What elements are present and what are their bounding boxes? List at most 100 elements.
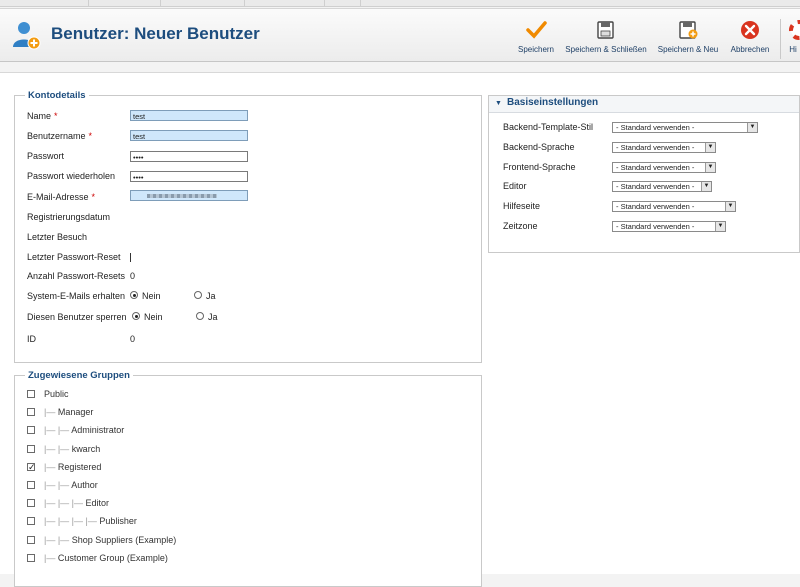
group-checkbox[interactable]	[27, 517, 35, 526]
cancel-label: Abbrechen	[730, 45, 770, 54]
name-label: Name *	[27, 111, 58, 121]
setting-select[interactable]: - Standard verwenden - ▼	[612, 141, 716, 153]
cancel-button[interactable]: Abbrechen	[727, 20, 773, 54]
lifebuoy-icon	[789, 20, 800, 40]
basic-settings-panel: ▼ Basiseinstellungen Backend-Template-St…	[488, 95, 800, 253]
group-checkbox[interactable]	[27, 481, 35, 489]
group-checkbox[interactable]	[27, 444, 35, 453]
redacted-email	[147, 194, 217, 198]
save-label: Speichern	[517, 45, 555, 54]
top-tab[interactable]	[0, 0, 89, 6]
group-label: |— Customer Group (Example)	[44, 552, 168, 565]
id-label: ID	[27, 334, 36, 344]
reset-count-label: Anzahl Passwort-Resets	[27, 271, 126, 281]
group-name: Customer Group (Example)	[57, 552, 168, 563]
setting-label: Editor	[503, 181, 527, 192]
password-repeat-label: Passwort wiederholen	[27, 171, 116, 181]
top-tab[interactable]	[88, 0, 161, 6]
last-reset-label: Letzter Passwort-Reset	[27, 252, 121, 262]
chevron-down-icon: ▼	[705, 142, 715, 152]
group-checkbox[interactable]	[27, 408, 35, 417]
system-email-no-label: Nein	[142, 291, 161, 301]
system-email-yes-radio[interactable]	[194, 291, 202, 299]
setting-label: Zeitzone	[503, 221, 538, 231]
top-tab[interactable]	[324, 0, 361, 6]
setting-select-value: - Standard verwenden -	[616, 142, 695, 152]
setting-select-value: - Standard verwenden -	[616, 202, 695, 212]
chevron-down-icon: ▼	[705, 162, 715, 172]
setting-select[interactable]: - Standard verwenden - ▼	[612, 201, 736, 213]
group-checkbox[interactable]	[27, 461, 36, 474]
account-details-panel: Kontodetails Name * test Benutzername * te…	[14, 90, 482, 363]
system-email-yes-label: Ja	[206, 291, 216, 301]
chevron-down-icon: ▼	[747, 123, 757, 132]
tree-indent: |— |—	[44, 480, 72, 490]
setting-select[interactable]: - Standard verwenden - ▼	[612, 181, 712, 193]
password-input[interactable]: ••••	[130, 151, 248, 162]
group-checkbox[interactable]	[27, 426, 35, 435]
username-label: Benutzername *	[27, 131, 93, 141]
group-name: Administrator	[71, 425, 125, 436]
setting-label: Hilfeseite	[503, 201, 541, 212]
block-user-yes-label: Ja	[208, 312, 218, 322]
assigned-groups-legend: Zugewiesene Gruppen	[25, 370, 133, 381]
tree-indent: |— |— |—	[44, 498, 86, 509]
collapse-triangle-icon: ▼	[495, 100, 502, 107]
password-label: Passwort	[27, 151, 65, 161]
tree-indent: |—	[44, 552, 58, 563]
group-checkbox[interactable]	[27, 553, 35, 562]
floppy-plus-icon	[679, 21, 698, 39]
block-user-no-radio[interactable]	[132, 312, 140, 320]
username-input[interactable]: test	[130, 130, 248, 141]
group-name: Publisher	[99, 516, 137, 527]
close-icon	[741, 21, 759, 39]
group-label: |— |— kwarch	[44, 443, 100, 456]
chevron-down-icon: ▼	[701, 182, 711, 192]
tree-indent: |— |—	[44, 443, 72, 454]
toolbar: Benutzer: Neuer Benutzer Speichern Speic…	[0, 8, 800, 62]
main-content: Kontodetails Name * test Benutzername * te…	[0, 72, 800, 587]
group-label: |— Registered	[44, 461, 101, 474]
block-user-row: Diesen Benutzer sperren Nein Ja	[27, 310, 277, 324]
account-details-legend: Kontodetails	[25, 90, 89, 101]
group-label: |— |— |— Editor	[44, 497, 109, 510]
group-label: |— |— Shop Suppliers (Example)	[44, 534, 176, 547]
save-button[interactable]: Speichern	[512, 20, 560, 54]
system-email-no-radio[interactable]	[130, 291, 138, 299]
setting-select[interactable]: - Standard verwenden - ▼	[612, 122, 758, 133]
group-checkbox[interactable]	[27, 535, 35, 544]
tree-indent: |— |—	[44, 534, 72, 545]
password-repeat-input[interactable]: ••••	[130, 171, 248, 182]
registered-label: Registrierungsdatum	[27, 212, 111, 222]
save-close-button[interactable]: Speichern & Schließen	[563, 20, 649, 54]
system-email-label: System-E-Mails erhalten	[27, 291, 126, 301]
group-label: |— |— |— |— Publisher	[44, 515, 137, 528]
block-user-label: Diesen Benutzer sperren	[27, 312, 127, 322]
name-input[interactable]: test	[130, 110, 248, 121]
basic-settings-header[interactable]: ▼ Basiseinstellungen	[489, 96, 799, 113]
setting-select[interactable]: - Standard verwenden - ▼	[612, 161, 716, 173]
save-new-button[interactable]: Speichern & Neu	[655, 20, 721, 54]
group-checkbox[interactable]	[27, 499, 35, 508]
group-name: Manager	[57, 407, 94, 418]
save-close-label: Speichern & Schließen	[565, 45, 647, 54]
setting-select-value: - Standard verwenden -	[616, 162, 695, 172]
group-label: |— Manager	[44, 406, 93, 419]
text-cursor	[130, 253, 131, 262]
top-tab[interactable]	[244, 0, 325, 6]
top-tab[interactable]	[160, 0, 245, 6]
floppy-icon	[597, 21, 614, 39]
block-user-yes-radio[interactable]	[196, 312, 204, 320]
help-button[interactable]: Hi	[786, 20, 800, 54]
setting-label: Frontend-Sprache	[503, 161, 576, 172]
id-value: 0	[130, 334, 136, 344]
group-label: Public	[44, 388, 69, 401]
page-title: Benutzer: Neuer Benutzer	[51, 24, 260, 43]
setting-select[interactable]: - Standard verwenden - ▼	[612, 221, 726, 232]
group-label: |— |— Administrator	[44, 424, 124, 437]
system-email-row: System-E-Mails erhalten Nein Ja	[27, 289, 277, 303]
toolbar-divider	[780, 19, 781, 59]
group-name: Registered	[57, 461, 102, 472]
group-checkbox[interactable]	[27, 390, 35, 398]
email-input[interactable]	[130, 190, 248, 201]
